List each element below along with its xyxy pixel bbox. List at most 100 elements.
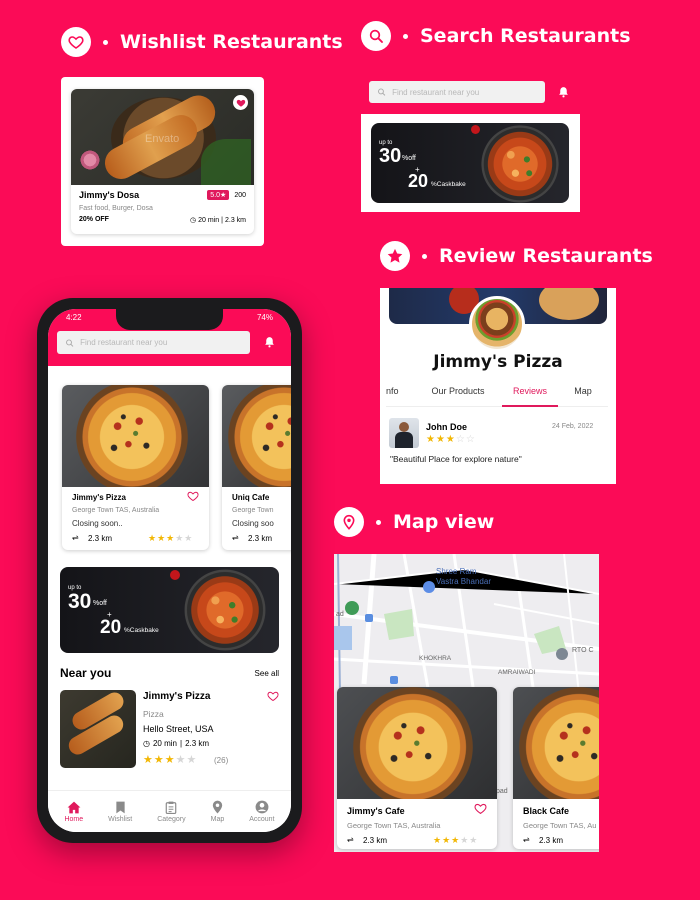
banner-percent: 30 — [68, 590, 92, 613]
dosa-image: Envato — [71, 89, 254, 185]
nav-wishlist[interactable]: Wishlist — [108, 801, 132, 823]
heart-outline-icon[interactable] — [474, 802, 487, 820]
heart-icon — [61, 27, 91, 57]
near-you-meta: ◷ 20 min | 2.3 km — [143, 739, 210, 748]
map-label-pad: pad — [496, 788, 508, 795]
pizza-image — [222, 385, 291, 487]
map-section-header: Map view — [334, 507, 494, 537]
tab-products[interactable]: Our Products — [414, 386, 502, 406]
map-restaurant-card[interactable]: Jimmy's Cafe George Town TAS, Australia … — [337, 687, 497, 849]
restaurant-address: George Town TAS, Au — [523, 821, 597, 830]
near-you-image — [60, 690, 136, 768]
banner-cashback-num: 20 — [100, 617, 122, 638]
review-count: (26) — [214, 756, 229, 765]
map-label-ad: ad — [336, 611, 344, 618]
nav-label: Account — [249, 816, 275, 823]
wishlist-section-header: Wishlist Restaurants — [61, 27, 343, 57]
bookmark-icon — [116, 801, 125, 813]
status-time: 4:22 — [66, 313, 82, 322]
tab-info[interactable]: nfo — [386, 386, 414, 406]
nav-account[interactable]: Account — [249, 800, 275, 823]
near-you-name: Jimmy's Pizza — [143, 691, 211, 702]
route-icon: ⇌ — [347, 835, 354, 844]
offer-banner[interactable]: up to 30 %off + 20 %Caskbake — [60, 567, 279, 653]
rating-stars: ★★★★★ — [143, 754, 198, 766]
offer-banner[interactable]: up to 30 %off + 20 %Caskbake — [371, 123, 569, 203]
tab-map[interactable]: Map — [558, 386, 608, 406]
section-title: Search Restaurants — [420, 25, 631, 47]
review-stars: ★★★☆☆ — [426, 434, 476, 445]
bottom-nav: Home Wishlist Category Map Account — [48, 790, 291, 832]
bullet-dot — [422, 253, 427, 259]
status-battery: 74% — [256, 313, 273, 322]
map-label-rto: RTO C — [572, 647, 594, 654]
clipboard-icon — [166, 801, 177, 814]
restaurant-address: George Town TAS, Australia — [347, 821, 441, 830]
restaurant-name: Uniq Cafe — [232, 493, 270, 502]
see-all-link[interactable]: See all — [255, 669, 279, 678]
restaurant-name: Jimmy's Dosa — [79, 190, 140, 200]
pasta-image — [182, 567, 268, 653]
distance-text: 2.3 km — [185, 739, 210, 748]
phone-screen: 4:22 74% Jimmy's Pizza George Town TAS, … — [48, 309, 291, 832]
map-pin-icon — [212, 800, 223, 814]
search-input-wrap[interactable] — [57, 331, 250, 354]
distance-text: 2.3 km — [248, 534, 273, 543]
route-icon: ⇌ — [523, 835, 530, 844]
pizza-image — [62, 385, 209, 487]
bell-icon[interactable] — [557, 85, 570, 104]
tab-reviews[interactable]: Reviews — [502, 386, 558, 407]
search-input[interactable] — [392, 87, 537, 97]
delivery-time: 20 min — [152, 739, 177, 748]
restaurant-avatar — [469, 296, 525, 352]
map-label-amraiwadi: AMRAIWADI — [498, 669, 536, 676]
restaurant-title: Jimmy's Pizza — [433, 352, 563, 372]
search-section-header: Search Restaurants — [361, 21, 631, 51]
nav-home[interactable]: Home — [64, 801, 83, 823]
nav-category[interactable]: Category — [157, 801, 186, 823]
route-icon: ⇌ — [232, 533, 239, 542]
wishlist-card[interactable]: Envato Jimmy's Dosa 5.0★ 200 Fast food, … — [71, 89, 254, 234]
section-title: Wishlist Restaurants — [120, 31, 343, 53]
restaurant-card[interactable]: Jimmy's Pizza George Town TAS, Australia… — [62, 385, 209, 550]
heart-outline-icon[interactable] — [267, 689, 279, 707]
search-icon — [361, 21, 391, 51]
bullet-dot — [103, 39, 108, 45]
heart-filled-icon[interactable] — [233, 95, 248, 110]
banner-off: %off — [93, 600, 107, 607]
bell-icon[interactable] — [263, 335, 276, 354]
restaurant-address: George Town — [232, 507, 274, 514]
nav-label: Wishlist — [108, 815, 133, 823]
review-section-header: Review Restaurants — [380, 241, 653, 271]
nav-map[interactable]: Map — [211, 800, 224, 823]
map-label-place2: Vastra Bhandar — [436, 577, 491, 586]
banner-cashback: %Caskbake — [124, 627, 159, 634]
account-icon — [255, 800, 269, 814]
section-title: Map view — [393, 511, 495, 533]
near-you-title: Near you — [60, 666, 112, 680]
restaurant-status: Closing soon.. — [72, 519, 123, 528]
search-icon — [66, 338, 74, 347]
bullet-dot — [403, 33, 408, 39]
heart-outline-icon[interactable] — [187, 489, 199, 507]
phone-notch — [116, 309, 223, 330]
search-icon — [378, 88, 386, 96]
nav-label: Home — [64, 815, 84, 823]
review-preview: Jimmy's Pizza nfo Our Products Reviews M… — [380, 288, 616, 484]
map-restaurant-card[interactable]: Black Cafe George Town TAS, Au ⇌ 2.3 km — [513, 687, 599, 849]
restaurant-name: Jimmy's Cafe — [347, 806, 405, 816]
restaurant-tags: Fast food, Burger, Dosa — [79, 205, 153, 212]
watermark-text: Envato — [145, 133, 180, 145]
clock-icon: ◷ — [190, 217, 197, 224]
distance-text: 2.3 km — [539, 836, 564, 845]
home-icon — [67, 801, 81, 813]
review-comment: "Beautiful Place for explore nature" — [390, 454, 522, 464]
search-input-wrap[interactable] — [369, 81, 545, 103]
pizza-image — [513, 687, 599, 799]
search-input[interactable] — [80, 338, 242, 347]
distance-text: 2.3 km — [224, 216, 246, 224]
nav-label: Category — [157, 815, 186, 823]
map-preview: Shree Ram Vastra Bhandar KHOKHRA AMRAIWA… — [334, 554, 599, 852]
bullet-dot — [376, 519, 381, 525]
restaurant-card[interactable]: Uniq Cafe George Town Closing soo ⇌ 2.3 … — [222, 385, 291, 550]
